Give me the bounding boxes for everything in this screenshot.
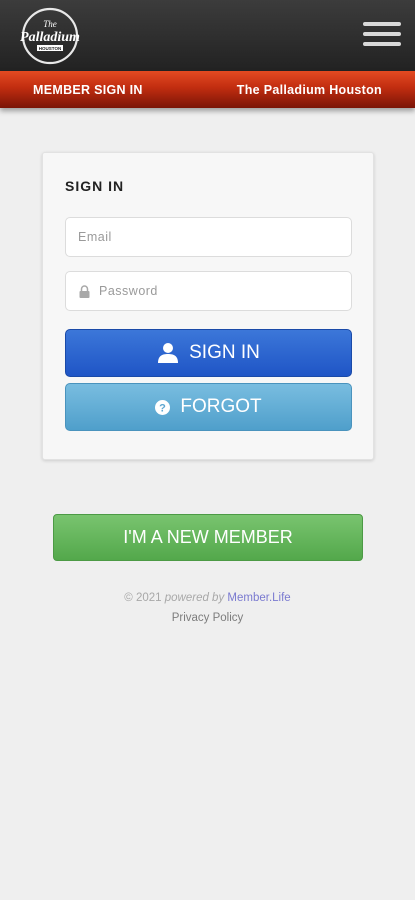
forgot-button-label: FORGOT (180, 396, 262, 417)
password-input[interactable] (66, 272, 351, 310)
signin-card: SIGN IN SIGN IN ? FORGOT (42, 152, 374, 460)
new-member-button-label: I'M A NEW MEMBER (123, 527, 293, 547)
palladium-logo[interactable]: The Palladium HOUSTON (16, 7, 84, 65)
hamburger-icon-bar (363, 22, 401, 26)
footer-credit: © 2021 powered by Member.Life (0, 592, 415, 604)
banner-right-text: The Palladium Houston (236, 83, 382, 97)
banner-left-text: MEMBER SIGN IN (33, 83, 143, 97)
top-bar: The Palladium HOUSTON (0, 0, 415, 71)
copyright-text: © 2021 (124, 592, 162, 604)
signin-button[interactable]: SIGN IN (65, 329, 352, 377)
signin-button-label: SIGN IN (189, 342, 260, 363)
email-field[interactable] (65, 217, 352, 257)
powered-by-text: powered by (164, 592, 225, 604)
user-icon (157, 342, 179, 364)
hamburger-icon-bar (363, 42, 401, 46)
banner: MEMBER SIGN IN The Palladium Houston (0, 71, 415, 108)
privacy-policy-link[interactable]: Privacy Policy (0, 612, 415, 624)
new-member-button[interactable]: I'M A NEW MEMBER (53, 514, 363, 561)
question-circle-icon: ? (155, 399, 171, 415)
logo-text-main: Palladium (20, 30, 80, 45)
logo-text-top: The (43, 19, 57, 29)
logo-text-sub: HOUSTON (39, 46, 61, 51)
signin-title: SIGN IN (65, 178, 125, 194)
member-life-link[interactable]: Member.Life (227, 592, 290, 604)
hamburger-menu-button[interactable] (363, 22, 401, 50)
hamburger-icon-bar (363, 32, 401, 36)
forgot-button[interactable]: ? FORGOT (65, 383, 352, 431)
lock-icon (79, 285, 90, 298)
email-input[interactable] (66, 218, 351, 256)
svg-text:?: ? (159, 402, 166, 414)
password-field[interactable] (65, 271, 352, 311)
